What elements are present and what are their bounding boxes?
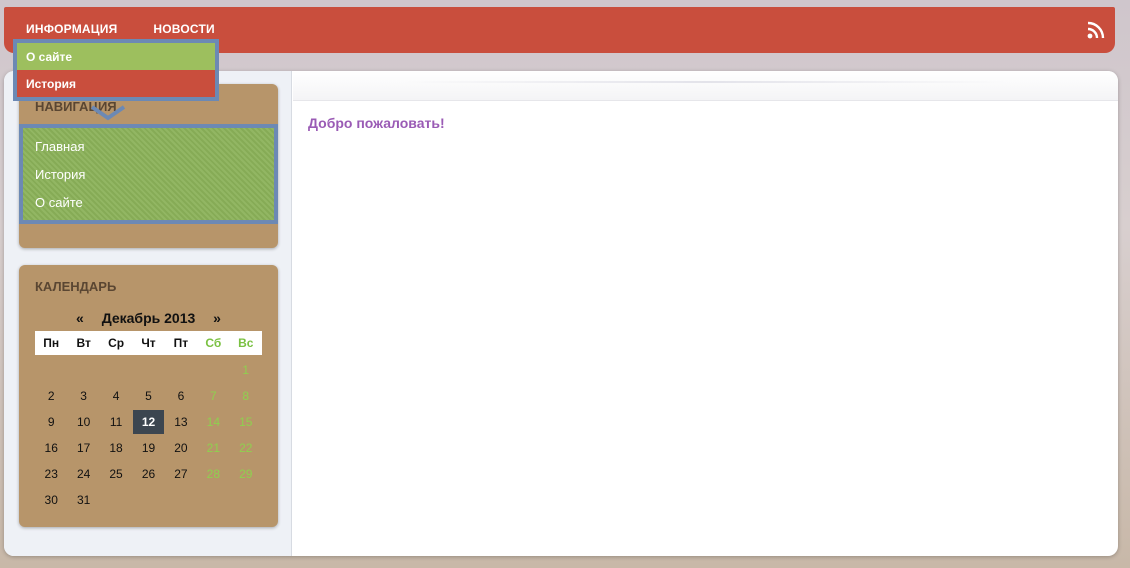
menu-item-information[interactable]: ИНФОРМАЦИЯ: [26, 22, 117, 36]
calendar-day[interactable]: 7: [197, 383, 229, 409]
weekday-label: Чт: [141, 336, 156, 350]
weekday-label: Вт: [76, 336, 91, 350]
main-container: НАВИГАЦИЯ Главная История О сайте КАЛЕНД…: [4, 71, 1118, 556]
weekday-label: Вс: [238, 336, 254, 350]
calendar-empty-cell: [67, 357, 99, 383]
calendar-weekdays: Пн Вт Ср Чт Пт Сб Вс: [35, 331, 262, 355]
weekday-label: Ср: [108, 336, 125, 350]
weekday-label: Сб: [205, 336, 222, 350]
arrow-down-icon: [90, 105, 126, 121]
calendar-day[interactable]: 25: [100, 461, 132, 487]
dropdown-item-about[interactable]: О сайте: [17, 43, 215, 70]
calendar-day[interactable]: 17: [67, 435, 99, 461]
calendar-day[interactable]: 22: [230, 435, 262, 461]
calendar-day[interactable]: 24: [67, 461, 99, 487]
calendar-day[interactable]: 9: [35, 409, 67, 435]
calendar-empty-cell: [100, 357, 132, 383]
calendar-day[interactable]: 13: [165, 409, 197, 435]
nav-item-home[interactable]: Главная: [35, 139, 84, 154]
calendar-day[interactable]: 16: [35, 435, 67, 461]
calendar-day[interactable]: 18: [100, 435, 132, 461]
calendar-empty-cell: [165, 357, 197, 383]
calendar-day[interactable]: 28: [197, 461, 229, 487]
calendar-day[interactable]: 26: [132, 461, 164, 487]
calendar-day[interactable]: 6: [165, 383, 197, 409]
navigation-list: Главная История О сайте: [19, 124, 278, 224]
rss-icon[interactable]: [1087, 21, 1105, 39]
weekday-label: Пт: [173, 336, 189, 350]
calendar-title: КАЛЕНДАРЬ: [35, 279, 117, 294]
calendar-day[interactable]: 4: [100, 383, 132, 409]
calendar-empty-cell: [132, 357, 164, 383]
calendar-grid: 1 2 3 4 5 6 7 8 9 10 11 12 13 14 15 16 17 18 19 20 21 22 23 24 2…: [35, 357, 262, 513]
top-menu: ИНФОРМАЦИЯ НОВОСТИ: [26, 22, 215, 36]
menu-item-news[interactable]: НОВОСТИ: [153, 22, 214, 36]
calendar-month-label: Декабрь 2013: [101, 310, 196, 326]
calendar-empty-cell: [35, 357, 67, 383]
calendar-day[interactable]: 21: [197, 435, 229, 461]
calendar-day-today[interactable]: 12: [133, 410, 164, 434]
content-header: [293, 71, 1118, 101]
welcome-heading: Добро пожаловать!: [308, 115, 445, 131]
calendar-day[interactable]: 23: [35, 461, 67, 487]
nav-item-about[interactable]: О сайте: [35, 195, 83, 210]
calendar-empty-cell: [197, 357, 229, 383]
calendar-day[interactable]: 15: [230, 409, 262, 435]
sidebar: НАВИГАЦИЯ Главная История О сайте КАЛЕНД…: [4, 71, 292, 556]
calendar-day[interactable]: 30: [35, 487, 67, 513]
calendar-header: « Декабрь 2013 »: [19, 310, 278, 326]
calendar-panel: КАЛЕНДАРЬ « Декабрь 2013 » Пн Вт Ср Чт П…: [19, 265, 278, 527]
calendar-day[interactable]: 14: [197, 409, 229, 435]
nav-item-history[interactable]: История: [35, 167, 85, 182]
calendar-day[interactable]: 2: [35, 383, 67, 409]
dropdown-item-history[interactable]: История: [17, 70, 215, 97]
calendar-day[interactable]: 29: [230, 461, 262, 487]
calendar-day[interactable]: 27: [165, 461, 197, 487]
calendar-day[interactable]: 8: [230, 383, 262, 409]
calendar-day[interactable]: 20: [165, 435, 197, 461]
weekday-label: Пн: [43, 336, 60, 350]
calendar-day[interactable]: 31: [67, 487, 99, 513]
info-dropdown-menu: О сайте История: [13, 39, 219, 101]
calendar-day[interactable]: 19: [132, 435, 164, 461]
calendar-day[interactable]: 11: [100, 409, 132, 435]
calendar-day[interactable]: 3: [67, 383, 99, 409]
calendar-day[interactable]: 5: [132, 383, 164, 409]
calendar-prev-button[interactable]: «: [76, 310, 84, 326]
calendar-day[interactable]: 10: [67, 409, 99, 435]
calendar-day[interactable]: 1: [230, 357, 262, 383]
calendar-next-button[interactable]: »: [213, 310, 221, 326]
